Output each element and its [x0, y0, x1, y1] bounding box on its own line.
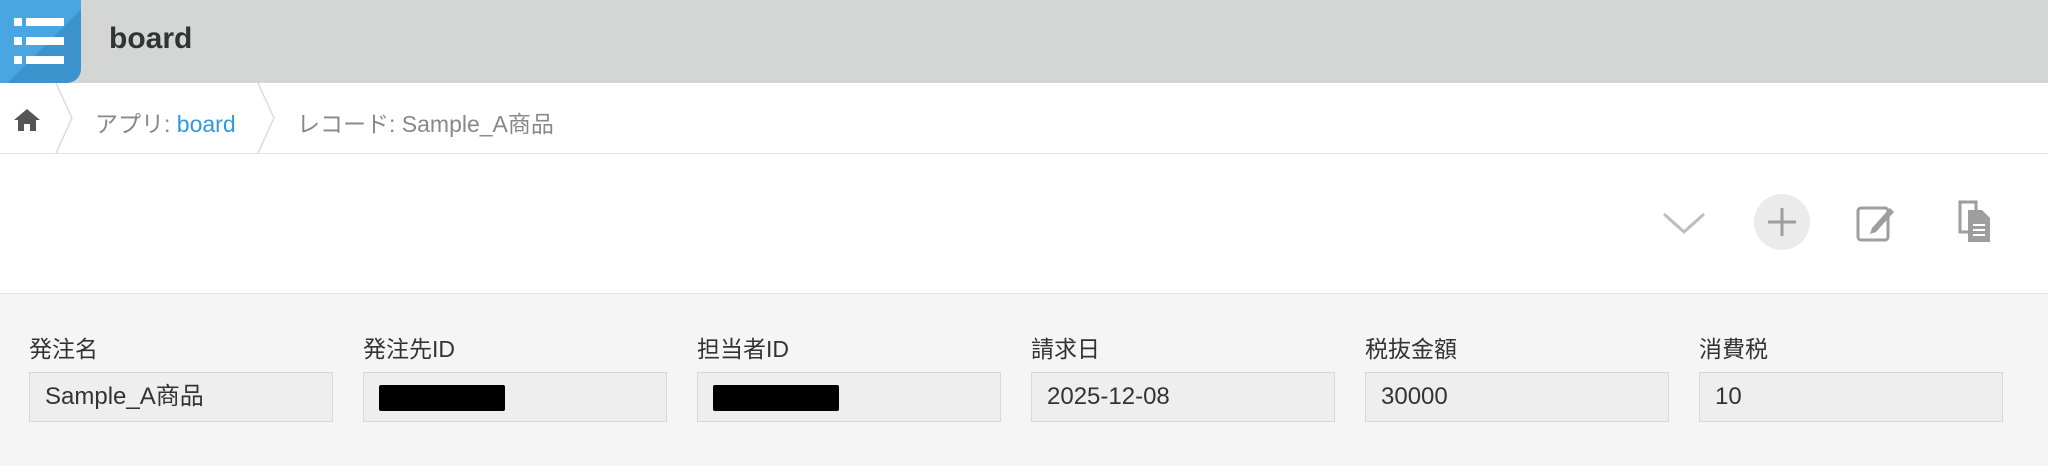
field-value: 2025-12-08: [1031, 372, 1335, 422]
field-assignee-id: 担当者ID: [697, 334, 1003, 422]
list-icon: [14, 18, 64, 64]
field-value: 10: [1699, 372, 2003, 422]
breadcrumb-record: レコード: Sample_A商品: [297, 111, 554, 137]
breadcrumb: アプリ: board レコード: Sample_A商品: [0, 83, 2048, 154]
field-label: 税抜金額: [1365, 336, 1457, 362]
breadcrumb-app-link[interactable]: board: [177, 111, 236, 137]
breadcrumb-app: アプリ: board: [95, 105, 236, 139]
field-label: 担当者ID: [697, 336, 789, 362]
record-fields: 発注名 Sample_A商品 発注先ID 担当者ID 請求日 2025-12-0…: [0, 294, 2048, 466]
home-icon[interactable]: [12, 105, 42, 135]
copy-record-button[interactable]: [1946, 194, 2002, 250]
plus-icon: [1768, 208, 1796, 236]
app-list-icon[interactable]: [0, 0, 81, 83]
field-value: Sample_A商品: [29, 372, 333, 422]
redaction-mark: [713, 384, 839, 411]
add-record-button[interactable]: [1754, 194, 1810, 250]
field-value: [363, 372, 667, 422]
breadcrumb-separator: [55, 83, 73, 153]
app-title: board: [109, 22, 193, 55]
edit-record-button[interactable]: [1848, 194, 1904, 250]
field-label: 発注先ID: [363, 336, 455, 362]
breadcrumb-separator: [257, 83, 275, 153]
field-label: 請求日: [1031, 336, 1100, 362]
field-value: 30000: [1365, 372, 1669, 422]
redaction-mark: [379, 384, 505, 411]
field-order-name: 発注名 Sample_A商品: [29, 334, 335, 422]
field-value: [697, 372, 1001, 422]
edit-icon: [1856, 206, 1894, 242]
field-consumption-tax: 消費税 10: [1699, 334, 2005, 422]
field-label: 消費税: [1699, 336, 1768, 362]
field-invoice-date: 請求日 2025-12-08: [1031, 334, 1337, 422]
app-header: board: [0, 0, 2048, 83]
field-supplier-id: 発注先ID: [363, 334, 669, 422]
chevron-down-icon[interactable]: [1656, 194, 1712, 250]
field-amount-excl-tax: 税抜金額 30000: [1365, 334, 1671, 422]
field-label: 発注名: [29, 336, 98, 362]
record-toolbar: [0, 154, 2048, 294]
breadcrumb-app-prefix: アプリ:: [95, 111, 177, 137]
copy-icon: [1958, 200, 1990, 242]
